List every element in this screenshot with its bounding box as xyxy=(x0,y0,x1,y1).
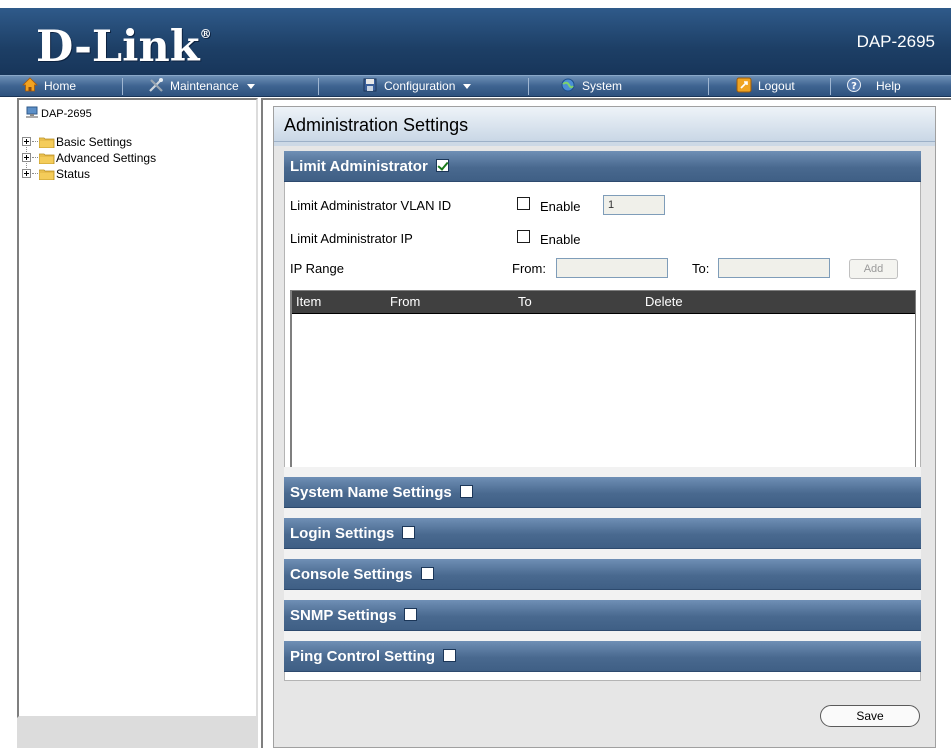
help-icon: ? xyxy=(847,78,861,92)
column-item: Item xyxy=(296,294,322,309)
menu-maintenance[interactable]: Maintenance xyxy=(148,76,255,96)
menu-configuration[interactable]: Configuration xyxy=(362,76,472,96)
expand-icon[interactable] xyxy=(22,137,31,146)
header-bar: D-Link® DAP-2695 xyxy=(0,8,951,75)
page-title-bar: Administration Settings xyxy=(274,107,935,142)
console-settings-checkbox[interactable] xyxy=(420,567,434,580)
ip-to-input[interactable] xyxy=(718,258,830,278)
logout-icon xyxy=(736,77,752,93)
column-to: To xyxy=(518,294,532,309)
system-name-settings-checkbox[interactable] xyxy=(459,485,473,498)
ip-from-input[interactable] xyxy=(556,258,668,278)
ping-control-setting-header[interactable]: Ping Control Setting xyxy=(284,641,921,672)
chevron-down-icon xyxy=(463,84,472,89)
save-button[interactable]: Save xyxy=(820,705,920,727)
ip-enable-checkbox[interactable] xyxy=(517,230,530,243)
folder-icon xyxy=(39,169,55,180)
tree-panel-footer xyxy=(17,718,258,748)
section-title: Ping Control Setting xyxy=(290,648,435,665)
navigation-tree: DAP-2695 Basic Settings Advanced Setting… xyxy=(17,98,258,718)
dlink-logo: D-Link® xyxy=(36,22,212,72)
globe-icon xyxy=(561,78,575,92)
tree-item-basic-settings[interactable]: Basic Settings xyxy=(22,135,132,149)
model-name: DAP-2695 xyxy=(856,32,935,51)
system-name-settings-header[interactable]: System Name Settings xyxy=(284,477,921,508)
snmp-settings-checkbox[interactable] xyxy=(404,608,418,621)
folder-icon xyxy=(39,153,55,164)
section-title: Login Settings xyxy=(290,525,395,542)
table-header: Item From To Delete xyxy=(292,291,915,313)
section-title: Limit Administrator xyxy=(290,158,428,175)
to-label: To: xyxy=(692,261,710,276)
menu-system[interactable]: System xyxy=(560,76,622,96)
column-from: From xyxy=(390,294,421,309)
column-delete: Delete xyxy=(645,294,683,309)
menu-help[interactable]: ? Help xyxy=(846,76,901,96)
expand-icon[interactable] xyxy=(22,153,31,162)
disk-icon xyxy=(363,78,377,92)
ip-range-label: IP Range xyxy=(290,261,344,276)
ip-enable-label: Enable xyxy=(540,232,581,247)
computer-icon xyxy=(26,106,38,118)
expand-icon[interactable] xyxy=(22,169,31,178)
menu-logout[interactable]: Logout xyxy=(736,76,795,96)
page-title: Administration Settings xyxy=(284,115,469,135)
home-icon xyxy=(22,77,38,92)
tools-icon xyxy=(149,78,163,92)
ping-control-setting-checkbox[interactable] xyxy=(442,649,456,662)
admin-ip-label: Limit Administrator IP xyxy=(290,231,413,246)
section-title: Console Settings xyxy=(290,566,413,583)
login-settings-header[interactable]: Login Settings xyxy=(284,518,921,549)
folder-icon xyxy=(39,137,55,148)
login-settings-checkbox[interactable] xyxy=(402,526,416,539)
section-title: System Name Settings xyxy=(290,484,452,501)
menu-home[interactable]: Home xyxy=(22,76,76,96)
table-body xyxy=(292,313,915,469)
tree-item-advanced-settings[interactable]: Advanced Settings xyxy=(22,151,156,165)
ip-range-table: Item From To Delete xyxy=(290,290,916,470)
limit-administrator-header[interactable]: Limit Administrator xyxy=(284,151,921,182)
section-title: SNMP Settings xyxy=(290,607,397,624)
vlan-id-input[interactable]: 1 xyxy=(603,195,665,215)
add-button[interactable]: Add xyxy=(849,259,898,279)
vlan-enable-label: Enable xyxy=(540,199,581,214)
svg-text:?: ? xyxy=(851,81,857,92)
from-label: From: xyxy=(512,261,546,276)
tree-item-status[interactable]: Status xyxy=(22,167,90,181)
vlan-id-label: Limit Administrator VLAN ID xyxy=(290,198,452,213)
limit-administrator-checkbox[interactable] xyxy=(435,159,449,172)
tree-root-device[interactable]: DAP-2695 xyxy=(25,106,92,120)
vlan-enable-checkbox[interactable] xyxy=(517,197,530,210)
console-settings-header[interactable]: Console Settings xyxy=(284,559,921,590)
chevron-down-icon xyxy=(246,84,255,89)
snmp-settings-header[interactable]: SNMP Settings xyxy=(284,600,921,631)
menu-bar: Home Maintenance Configuration System Lo… xyxy=(0,75,951,97)
